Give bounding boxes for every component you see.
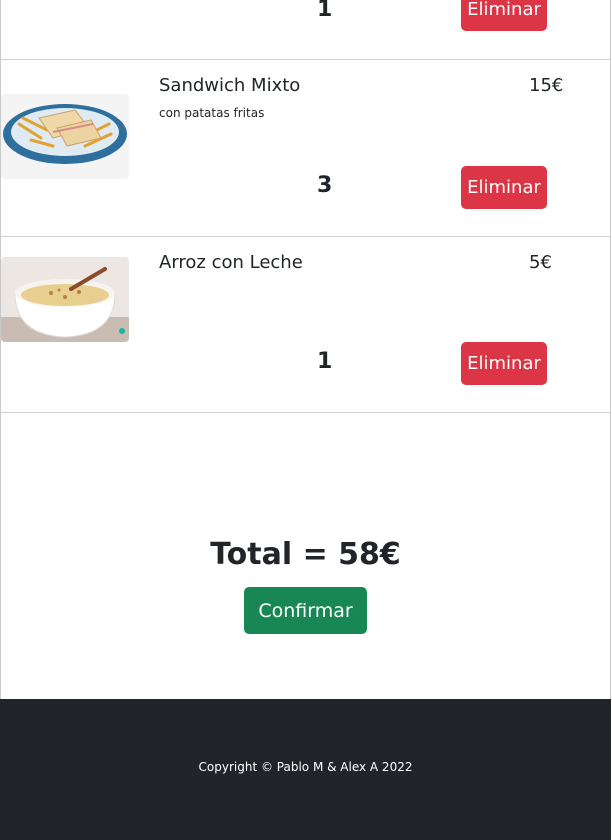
rice-pudding-photo — [1, 257, 129, 342]
item-name: Arroz con Leche — [159, 252, 303, 273]
cart-page: 1 Eliminar Sandwich Mixto con patatas fr… — [0, 0, 612, 840]
item-quantity: 1 — [317, 349, 333, 374]
remove-item-button[interactable]: Eliminar — [461, 342, 547, 385]
item-quantity: 3 — [317, 173, 333, 198]
confirm-button[interactable]: Confirmar — [244, 587, 367, 634]
sandwich-with-fries-photo — [1, 94, 129, 179]
cart-item-row: Arroz con Leche 5€ 1 Eliminar — [0, 237, 611, 413]
item-description: con patatas fritas — [159, 106, 265, 120]
cart-total: Total = 58€ — [210, 537, 401, 572]
item-name: Sandwich Mixto — [159, 75, 301, 96]
item-quantity: 1 — [317, 0, 333, 22]
remove-item-button[interactable]: Eliminar — [461, 0, 547, 31]
item-price: 15€ — [529, 75, 564, 96]
remove-item-button[interactable]: Eliminar — [461, 166, 547, 209]
cart-item-row: 1 Eliminar — [0, 0, 611, 60]
item-price: 5€ — [529, 252, 552, 273]
copyright-text: Copyright © Pablo M & Alex A 2022 — [198, 760, 413, 774]
cart-item-row: Sandwich Mixto con patatas fritas 15€ 3 … — [0, 60, 611, 237]
